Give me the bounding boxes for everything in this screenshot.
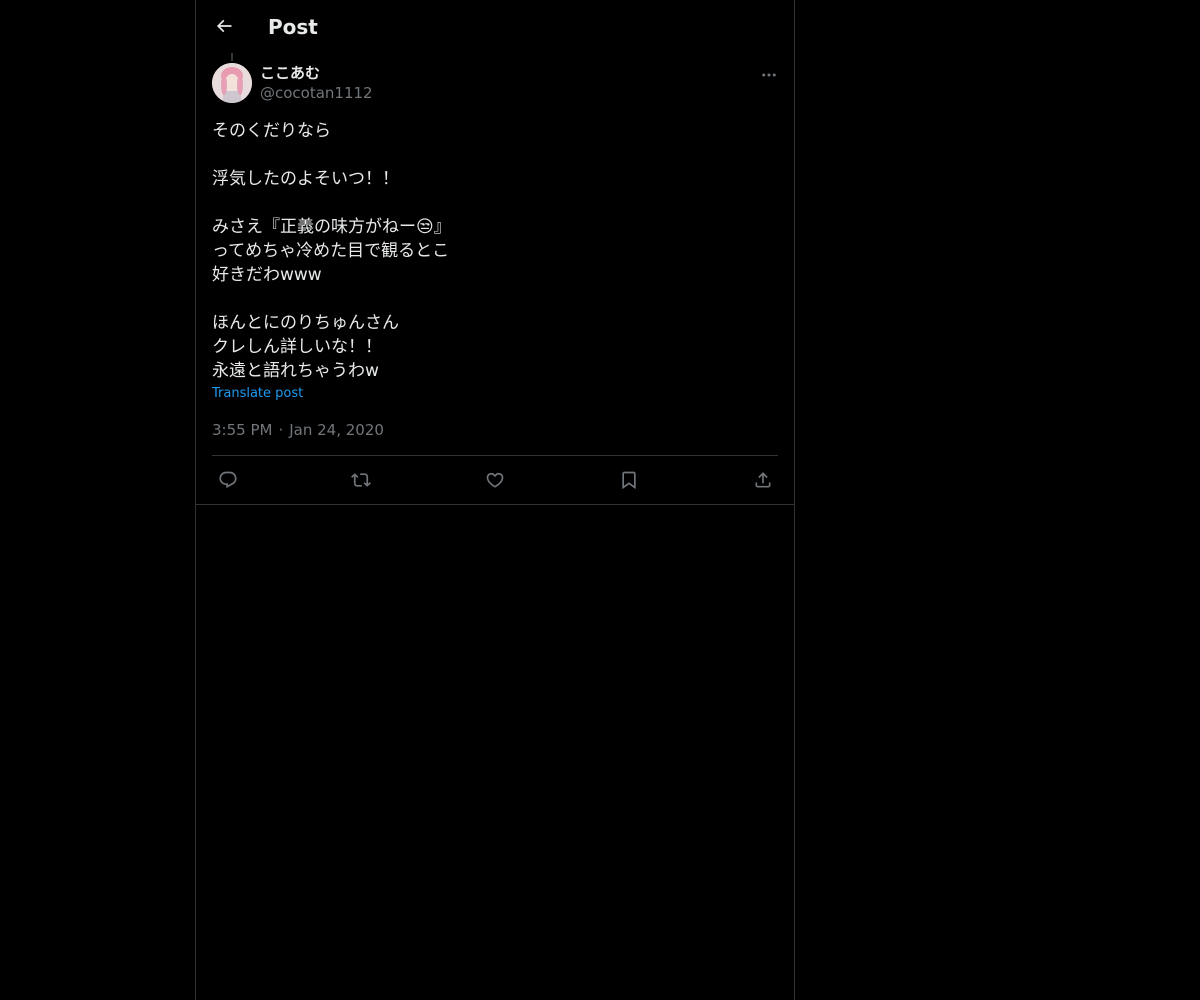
tweet-date: Jan 24, 2020 — [289, 421, 384, 439]
tweet-time: 3:55 PM — [212, 421, 273, 439]
avatar-image — [212, 63, 252, 103]
reply-button[interactable] — [212, 467, 244, 493]
author-display-name[interactable]: ここあむ — [260, 63, 373, 83]
page-header: Post — [196, 0, 794, 53]
meta-separator: · — [278, 421, 284, 439]
like-icon — [486, 472, 504, 488]
avatar[interactable] — [212, 63, 252, 103]
bookmark-icon — [622, 471, 636, 490]
tweet-text: そのくだりなら 浮気したのよそいつ！！ みさえ『正義の味方がねー😒』 ってめちゃ… — [212, 121, 451, 381]
repost-button[interactable] — [345, 467, 377, 493]
bookmark-button[interactable] — [613, 467, 645, 493]
author-handle[interactable]: @cocotan1112 — [260, 83, 373, 103]
divider — [212, 455, 778, 456]
tweet: ここあむ @cocotan1112 そのくだりなら 浮気したのよそいつ！！ みさ… — [196, 53, 794, 505]
share-icon — [755, 472, 771, 488]
arrow-left-icon — [216, 19, 232, 33]
more-options-button[interactable] — [758, 65, 780, 85]
page-title: Post — [268, 15, 318, 39]
translate-post-link[interactable]: Translate post — [212, 385, 303, 403]
repost-icon — [351, 473, 371, 487]
main-column: Post ここあむ @cocotan1112 そのくだりなら 浮気したのよそいつ… — [195, 0, 795, 1000]
author-info[interactable]: ここあむ @cocotan1112 — [260, 63, 373, 103]
like-button[interactable] — [479, 467, 511, 493]
back-button[interactable] — [208, 10, 240, 42]
share-button[interactable] — [747, 467, 779, 493]
tweet-actions — [212, 467, 778, 493]
more-horizontal-icon — [762, 73, 776, 77]
reply-icon — [219, 471, 237, 489]
tweet-timestamp[interactable]: 3:55 PM · Jan 24, 2020 — [212, 420, 384, 440]
